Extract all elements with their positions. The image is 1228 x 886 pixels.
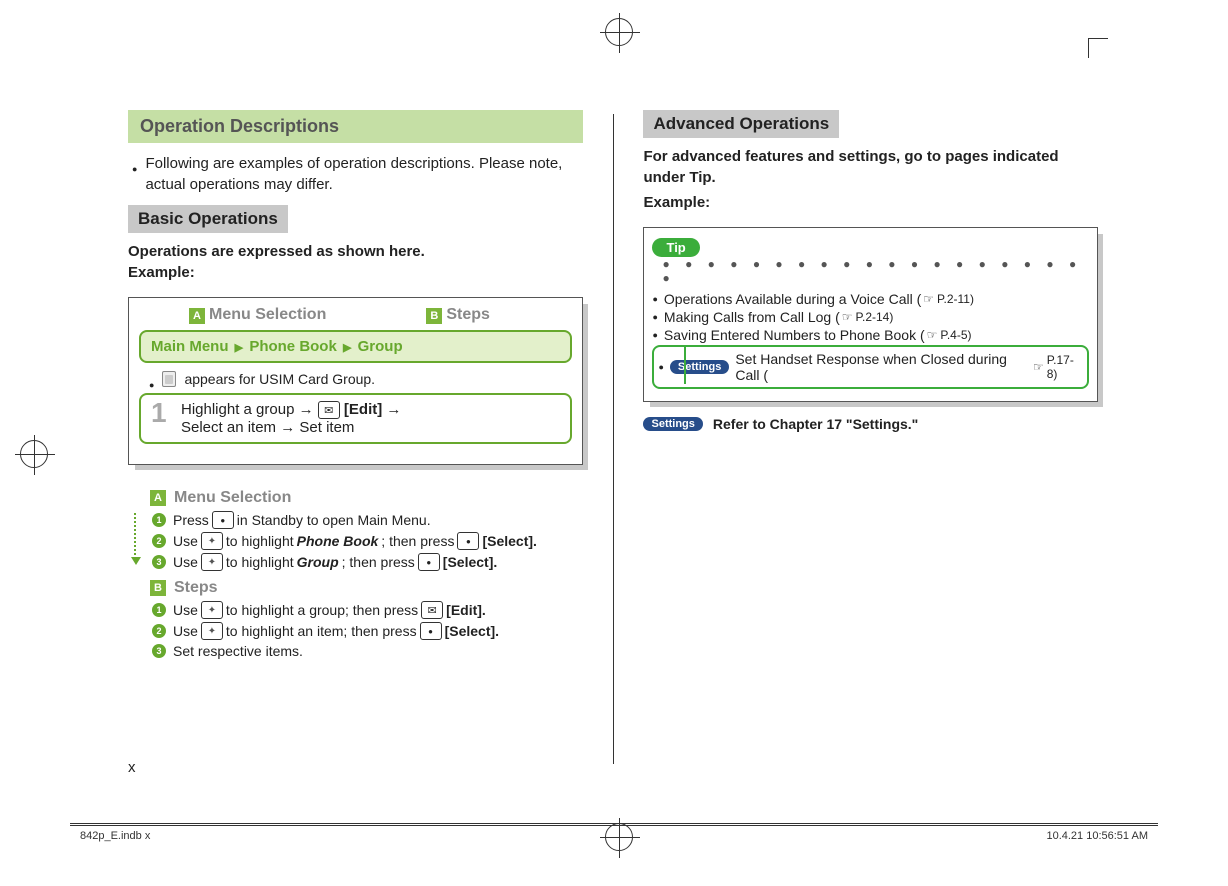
page-content: Operation Descriptions Following are exa… — [128, 110, 1098, 780]
footer-rule — [70, 823, 1158, 824]
tip-item: Saving Entered Numbers to Phone Book (P.… — [652, 327, 1089, 343]
mail-key-icon — [318, 401, 340, 419]
tip-highlight-settings: Settings Set Handset Response when Close… — [652, 345, 1089, 389]
nav-key-icon — [201, 532, 223, 550]
settings-pill: Settings — [670, 360, 729, 374]
step-circle-1: 1 — [152, 513, 166, 527]
step-circle-1: 1 — [152, 603, 166, 617]
page-ref-icon — [842, 310, 854, 324]
step-circle-3: 3 — [152, 555, 166, 569]
intro-text: Following are examples of operation desc… — [145, 153, 582, 195]
registration-mark-left — [20, 440, 48, 473]
breadcrumb-bar: Main Menu ▶ Phone Book ▶ Group — [139, 330, 572, 363]
nav-key-icon — [201, 553, 223, 571]
heading-advanced-operations: Advanced Operations — [643, 110, 839, 138]
registration-mark-top — [605, 18, 633, 51]
center-key-icon — [212, 511, 234, 529]
step-line-2: Select an item → Set item — [181, 419, 560, 436]
tag-b: B — [426, 308, 442, 324]
exp-b-3: 3 Set respective items. — [152, 643, 583, 659]
tip-label: Tip — [652, 238, 699, 257]
exp-a-1: 1 Press in Standby to open Main Menu. — [152, 511, 583, 529]
tip-dots: ● ● ● ● ● ● ● ● ● ● ● ● ● ● ● ● ● ● ● ● — [662, 257, 1089, 285]
step-circle-3: 3 — [152, 644, 166, 658]
page-ref-icon — [1033, 360, 1045, 374]
page-ref-icon — [923, 292, 935, 306]
usim-icon — [162, 371, 176, 387]
adv-intro-2: Example: — [643, 192, 1098, 213]
tag-b: B — [150, 580, 166, 596]
explanation-block: A Menu Selection 1 Press in Standby to o… — [128, 489, 583, 659]
exp-b-2: 2 Use to highlight an item; then press [… — [152, 622, 583, 640]
example-box: AMenu Selection BSteps Main Menu ▶ Phone… — [128, 297, 583, 465]
usim-note: appears for USIM Card Group. — [184, 371, 375, 387]
tag-a: A — [150, 490, 166, 506]
footer-file: 842p_E.indb x — [80, 830, 150, 842]
step-line-1: Highlight a group → [Edit] → — [181, 401, 560, 419]
footer-timestamp: 10.4.21 10:56:51 AM — [1046, 830, 1148, 842]
bullet-icon — [149, 371, 154, 387]
labels-row: AMenu Selection BSteps — [129, 298, 582, 328]
tip-connector-line — [684, 346, 686, 384]
exp-a-2: 2 Use to highlight Phone Book ; then pre… — [152, 532, 583, 550]
tip-item: Operations Available during a Voice Call… — [652, 291, 1089, 307]
crumb-main: Main Menu — [151, 338, 229, 355]
settings-pill: Settings — [643, 417, 702, 431]
nav-key-icon — [201, 601, 223, 619]
tip-header-row: Tip ● ● ● ● ● ● ● ● ● ● ● ● ● ● ● ● ● ● … — [652, 238, 1089, 285]
crumb-phonebook: Phone Book — [249, 338, 337, 355]
chevron-icon: ▶ — [341, 342, 353, 354]
flow-arrow-icon — [134, 513, 136, 559]
label-b: BSteps — [426, 306, 490, 324]
step-circle-2: 2 — [152, 534, 166, 548]
step-box: 1 Highlight a group → [Edit] → Select an… — [139, 393, 572, 444]
heading-basic-operations: Basic Operations — [128, 205, 288, 233]
center-key-icon — [418, 553, 440, 571]
tip-list: Operations Available during a Voice Call… — [652, 291, 1089, 389]
tip-box: Tip ● ● ● ● ● ● ● ● ● ● ● ● ● ● ● ● ● ● … — [643, 227, 1098, 402]
left-column: Operation Descriptions Following are exa… — [128, 110, 583, 780]
label-a: AMenu Selection — [189, 306, 326, 324]
page-ref-icon — [927, 328, 939, 342]
tag-a: A — [189, 308, 205, 324]
footer-rule — [70, 825, 1158, 826]
registration-mark-bottom — [605, 823, 633, 856]
chevron-icon: ▶ — [233, 342, 245, 354]
column-divider — [613, 114, 614, 764]
bullet-icon — [132, 153, 137, 174]
adv-intro-1: For advanced features and settings, go t… — [643, 146, 1098, 188]
exp-a-3: 3 Use to highlight Group ; then press [S… — [152, 553, 583, 571]
step-number: 1 — [151, 397, 167, 429]
mail-key-icon — [421, 601, 443, 619]
tip-item: Making Calls from Call Log (P.2-14) — [652, 309, 1089, 325]
usim-note-row: appears for USIM Card Group. — [129, 369, 582, 393]
step-circle-2: 2 — [152, 624, 166, 638]
exp-a-head: A Menu Selection — [150, 489, 583, 507]
exp-b-head: B Steps — [150, 579, 583, 597]
center-key-icon — [457, 532, 479, 550]
basic-intro-2: Example: — [128, 262, 583, 283]
nav-key-icon — [201, 622, 223, 640]
basic-intro-1: Operations are expressed as shown here. — [128, 241, 583, 262]
center-key-icon — [420, 622, 442, 640]
heading-operation-descriptions: Operation Descriptions — [128, 110, 583, 143]
crumb-group: Group — [358, 338, 403, 355]
right-column: Advanced Operations For advanced feature… — [643, 110, 1098, 780]
exp-b-1: 1 Use to highlight a group; then press [… — [152, 601, 583, 619]
page-number: x — [128, 759, 136, 776]
intro-bullet: Following are examples of operation desc… — [128, 153, 583, 195]
settings-note: Settings Refer to Chapter 17 "Settings." — [643, 416, 1098, 432]
tip-item-settings: Settings Set Handset Response when Close… — [658, 351, 1083, 383]
